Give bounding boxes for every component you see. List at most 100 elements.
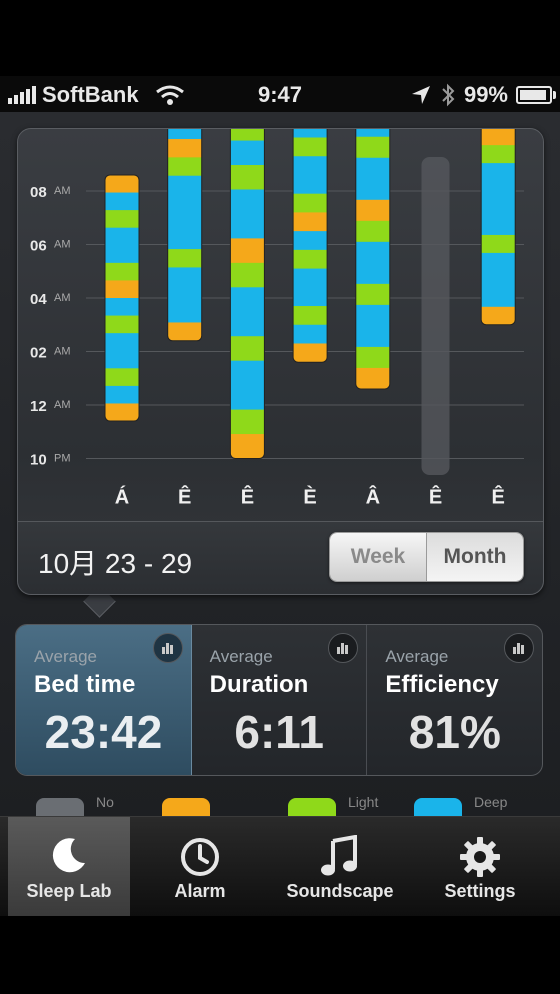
- sleep-segment: [355, 157, 390, 180]
- legend-swatch-awake: [162, 798, 210, 816]
- sleep-segment: [293, 212, 328, 232]
- bar-chart-icon[interactable]: [504, 633, 535, 663]
- sleep-segment: [167, 322, 202, 341]
- battery-icon: [516, 86, 556, 104]
- sleep-segment: [105, 368, 139, 387]
- legend-label: No: [96, 794, 114, 810]
- sleep-segment: [293, 193, 328, 213]
- y-tick-ampm: AM: [54, 239, 71, 251]
- sleep-segment: [481, 145, 516, 164]
- sleep-bar[interactable]: [292, 129, 328, 363]
- sleep-segment: [355, 283, 390, 306]
- sleep-segment: [355, 241, 390, 264]
- y-tick-ampm: PM: [54, 453, 71, 465]
- bed-time-card[interactable]: Average Bed time 23:42: [16, 625, 192, 775]
- sleep-segment: [293, 174, 328, 195]
- x-tick-label: È: [303, 486, 316, 509]
- sleep-segment: [167, 230, 202, 250]
- legend-label: Deep: [474, 794, 508, 810]
- bar-chart-icon[interactable]: [328, 633, 359, 663]
- stat-value: 23:42: [44, 706, 163, 758]
- sleep-bar[interactable]: [167, 129, 203, 342]
- sleep-segment: [230, 140, 265, 166]
- sleep-bar[interactable]: [229, 129, 265, 459]
- tab-settings[interactable]: Settings: [410, 817, 550, 917]
- clock-icon: [181, 838, 219, 876]
- date-range-row: 10月 23 - 29 Week Month: [18, 521, 543, 594]
- sleep-segment: [105, 262, 139, 281]
- sleep-segment: [105, 245, 139, 264]
- sleep-segment: [167, 194, 202, 213]
- sleep-segment: [481, 216, 516, 236]
- battery-percent: 99%: [463, 82, 508, 107]
- week-segment[interactable]: Week: [330, 533, 426, 581]
- month-segment[interactable]: Month: [426, 533, 523, 581]
- sleep-segment: [293, 268, 328, 288]
- efficiency-card[interactable]: Average Efficiency 81%: [367, 625, 542, 775]
- location-arrow-icon: [411, 86, 430, 104]
- sleep-segment: [105, 280, 139, 299]
- y-tick-label: 04: [30, 291, 47, 308]
- duration-card[interactable]: Average Duration 6:11: [192, 625, 368, 775]
- sleep-segment: [355, 220, 390, 243]
- legend-swatch-light: [288, 798, 336, 816]
- tab-label: Settings: [444, 881, 516, 901]
- x-tick-label: Á: [115, 486, 129, 509]
- sleep-segment: [355, 325, 390, 348]
- date-range-label: 10月 23 - 29: [38, 548, 193, 579]
- sleep-segment: [230, 262, 265, 288]
- gear-icon: [460, 837, 500, 877]
- tab-label: Alarm: [174, 881, 226, 901]
- tab-bar: Sleep Lab Alarm Soundscape Settings: [0, 816, 560, 917]
- sleep-bar[interactable]: [480, 129, 516, 326]
- x-tick-label: Â: [366, 485, 380, 509]
- stat-caption: Average: [385, 647, 449, 666]
- sleep-chart[interactable]: 08 AM 06 AM 04 AM 02 AM 12 AM 10 PM Á Ê Ê È Â Ê Ê: [18, 129, 543, 521]
- sleep-segment: [481, 306, 516, 325]
- sleep-segment: [481, 270, 516, 290]
- signal-icon: [8, 86, 36, 104]
- sleep-segment: [355, 178, 390, 201]
- sleep-segment: [481, 234, 516, 254]
- sleep-segment: [230, 213, 265, 239]
- bottom-bezel: [0, 916, 560, 994]
- y-tick-ampm: AM: [54, 185, 71, 197]
- sleep-segment: [293, 306, 328, 326]
- stat-value: 81%: [408, 706, 501, 758]
- sleep-segment: [167, 129, 202, 140]
- y-tick-ampm: AM: [54, 346, 71, 358]
- sleep-segment: [105, 174, 139, 194]
- sleep-segment: [481, 181, 516, 200]
- sleep-segment: [355, 136, 390, 159]
- sleep-segment: [230, 189, 265, 215]
- sleep-segment: [355, 262, 390, 285]
- x-tick-label: Ê: [492, 485, 505, 509]
- wifi-icon: [155, 85, 184, 105]
- stats-cards: Average Bed time 23:42 Average Duration …: [15, 624, 543, 776]
- app-content: 08 AM 06 AM 04 AM 02 AM 12 AM 10 PM Á Ê Ê È Â Ê Ê 10月 23 -…: [0, 112, 560, 816]
- bar-chart-icon[interactable]: [152, 633, 183, 663]
- sleep-segment: [293, 231, 328, 251]
- tab-soundscape[interactable]: Soundscape: [270, 817, 410, 917]
- sleep-segment: [355, 367, 390, 389]
- sleep-segment: [230, 409, 265, 435]
- sleep-segment: [105, 227, 139, 246]
- sleep-segment: [167, 249, 202, 268]
- sleep-segment: [293, 129, 328, 138]
- tab-sleep-lab[interactable]: Sleep Lab: [8, 817, 130, 917]
- sleep-segment: [105, 192, 139, 211]
- legend-label: Light: [348, 794, 379, 810]
- sleep-bar[interactable]: [104, 174, 140, 422]
- sleep-bar[interactable]: [355, 129, 391, 390]
- stat-name: Duration: [209, 671, 309, 698]
- moon-icon: [52, 838, 85, 873]
- sleep-segment: [167, 157, 202, 177]
- selected-day-highlight[interactable]: [421, 157, 450, 475]
- sleep-segment: [167, 267, 202, 287]
- tab-alarm[interactable]: Alarm: [130, 817, 270, 917]
- sleep-segment: [293, 249, 328, 270]
- sleep-segment: [105, 350, 139, 369]
- sleep-segment: [355, 346, 390, 369]
- range-segmented-control: Week Month: [329, 532, 524, 582]
- sleep-segment: [481, 288, 516, 308]
